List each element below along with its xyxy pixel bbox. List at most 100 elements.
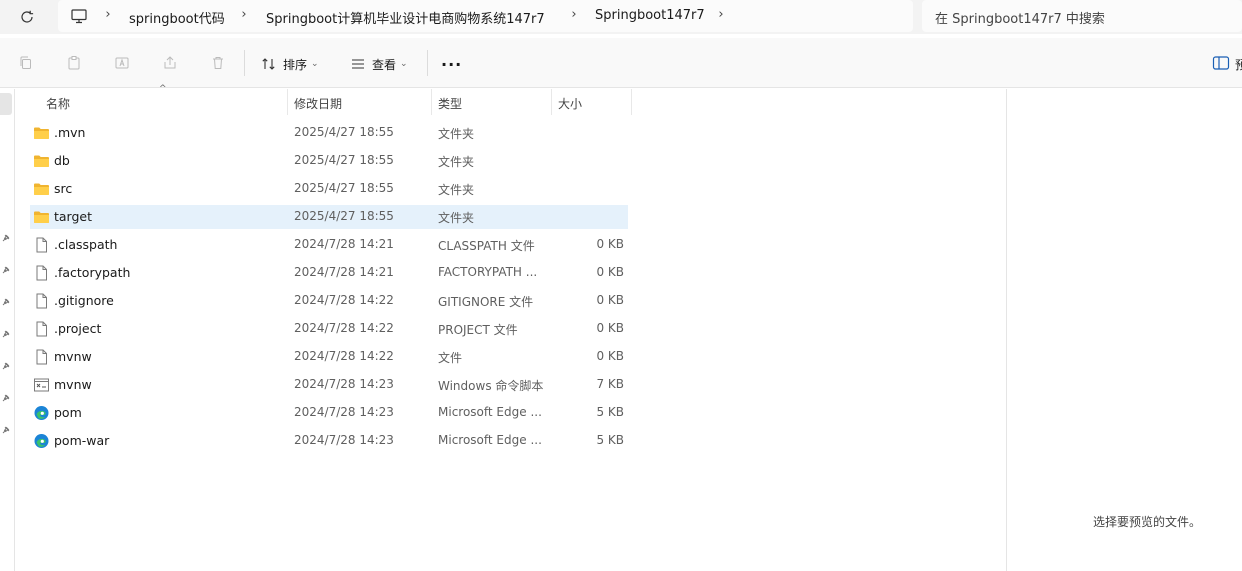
preview-pane: 选择要预览的文件。	[1006, 89, 1242, 571]
sort-label: 排序	[283, 57, 308, 72]
file-date: 2024/7/28 14:21	[294, 237, 394, 251]
file-date: 2025/4/27 18:55	[294, 153, 394, 167]
chevron-down-icon: ⌄	[311, 59, 319, 69]
file-name: target	[54, 209, 93, 224]
column-divider[interactable]	[551, 89, 552, 115]
pin-icon[interactable]	[1, 425, 11, 435]
chevron-right-icon[interactable]: ›	[102, 7, 114, 22]
file-date: 2024/7/28 14:23	[294, 433, 394, 447]
file-date: 2024/7/28 14:22	[294, 293, 394, 307]
computer-icon[interactable]	[70, 7, 88, 25]
folder-icon	[33, 125, 50, 141]
file-size: 0 KB	[596, 349, 624, 363]
file-size: 5 KB	[596, 405, 624, 419]
refresh-icon[interactable]	[15, 5, 39, 29]
sort-icon	[262, 58, 275, 70]
file-type: 文件夹	[438, 127, 475, 141]
search-input[interactable]: 在 Springboot147r7 中搜索	[922, 0, 1242, 32]
file-type: PROJECT 文件	[438, 323, 518, 337]
file-type: FACTORYPATH ...	[438, 265, 538, 279]
nav-scrollbar[interactable]	[0, 93, 12, 115]
file-name: db	[54, 153, 70, 168]
file-name: mvnw	[54, 349, 92, 364]
file-size: 0 KB	[596, 265, 624, 279]
column-header-size[interactable]: 大小	[558, 89, 630, 115]
file-size: 5 KB	[596, 433, 624, 447]
column-header-name[interactable]: 名称	[46, 89, 286, 115]
file-size: 0 KB	[596, 293, 624, 307]
pin-icon[interactable]	[1, 297, 11, 307]
share-icon[interactable]	[161, 54, 179, 72]
file-name: .factorypath	[54, 265, 131, 280]
file-name: .classpath	[54, 237, 118, 252]
chevron-right-icon[interactable]: ›	[568, 7, 580, 22]
address-bar: › springboot代码 › Springboot计算机毕业设计电商购物系统…	[0, 0, 1242, 34]
file-icon	[33, 349, 50, 365]
file-date: 2025/4/27 18:55	[294, 125, 394, 139]
more-options-button[interactable]: ···	[441, 55, 462, 74]
file-row[interactable]: pom-war 2024/7/28 14:23 Microsoft Edge ...…	[30, 429, 628, 453]
file-icon	[33, 237, 50, 253]
file-type: 文件夹	[438, 183, 475, 197]
command-bar: 排序 ⌄ 查看 ⌄ ··· 预	[0, 38, 1242, 88]
file-row[interactable]: src 2025/4/27 18:55 文件夹	[30, 177, 628, 201]
paste-icon[interactable]	[65, 54, 83, 72]
file-row[interactable]: .project 2024/7/28 14:22 PROJECT 文件 0 KB	[30, 317, 628, 341]
details-pane-label[interactable]: 预	[1235, 56, 1242, 73]
file-type: 文件	[438, 351, 463, 365]
path-box[interactable]: › springboot代码 › Springboot计算机毕业设计电商购物系统…	[58, 0, 913, 32]
column-divider[interactable]	[431, 89, 432, 115]
file-name: pom	[54, 405, 82, 420]
pin-icon[interactable]	[1, 393, 11, 403]
edge-icon	[33, 433, 50, 449]
file-row[interactable]: .mvn 2025/4/27 18:55 文件夹	[30, 121, 628, 145]
file-size: 0 KB	[596, 321, 624, 335]
file-row[interactable]: db 2025/4/27 18:55 文件夹	[30, 149, 628, 173]
view-button[interactable]: 查看 ⌄	[350, 53, 408, 75]
column-header-type[interactable]: 类型	[438, 89, 550, 115]
file-size: 0 KB	[596, 237, 624, 251]
view-label: 查看	[372, 57, 397, 72]
file-name: .mvn	[54, 125, 86, 140]
chevron-right-icon[interactable]: ›	[715, 7, 727, 22]
delete-icon[interactable]	[209, 54, 227, 72]
breadcrumb-item[interactable]: springboot代码	[129, 8, 225, 27]
file-row[interactable]: mvnw 2024/7/28 14:22 文件 0 KB	[30, 345, 628, 369]
file-row[interactable]: pom 2024/7/28 14:23 Microsoft Edge ... 5 KB	[30, 401, 628, 425]
chevron-down-icon: ⌄	[400, 59, 408, 69]
search-placeholder: 在 Springboot147r7 中搜索	[935, 12, 1105, 27]
chevron-right-icon[interactable]: ›	[238, 7, 250, 22]
copy-icon[interactable]	[17, 54, 35, 72]
file-size: 7 KB	[596, 377, 624, 391]
file-type: 文件夹	[438, 155, 475, 169]
column-divider[interactable]	[631, 89, 632, 115]
pin-icon[interactable]	[1, 265, 11, 275]
file-row[interactable]: .factorypath 2024/7/28 14:21 FACTORYPATH .…	[30, 261, 628, 285]
pin-icon[interactable]	[1, 329, 11, 339]
rename-icon[interactable]	[113, 54, 131, 72]
file-row[interactable]: target 2025/4/27 18:55 文件夹	[30, 205, 628, 229]
toolbar-divider	[427, 50, 428, 76]
sort-button[interactable]: 排序 ⌄	[261, 53, 319, 75]
file-date: 2025/4/27 18:55	[294, 181, 394, 195]
pin-icon[interactable]	[1, 361, 11, 371]
file-date: 2024/7/28 14:22	[294, 349, 394, 363]
details-pane-icon[interactable]	[1212, 54, 1230, 72]
pin-icon[interactable]	[1, 233, 11, 243]
file-row[interactable]: .classpath 2024/7/28 14:21 CLASSPATH 文件 0 K…	[30, 233, 628, 257]
file-row[interactable]: .gitignore 2024/7/28 14:22 GITIGNORE 文件 0 K…	[30, 289, 628, 313]
breadcrumb-item[interactable]: Springboot计算机毕业设计电商购物系统147r7	[266, 8, 545, 27]
file-icon	[33, 321, 50, 337]
breadcrumb-item[interactable]: Springboot147r7	[595, 8, 705, 23]
file-icon	[33, 265, 50, 281]
folder-icon	[33, 153, 50, 169]
file-row[interactable]: mvnw 2024/7/28 14:23 Windows 命令脚本 7 KB	[30, 373, 628, 397]
file-name: src	[54, 181, 73, 196]
column-header-date[interactable]: 修改日期	[294, 89, 430, 115]
file-icon	[33, 293, 50, 309]
file-type: Windows 命令脚本	[438, 379, 544, 393]
file-type: CLASSPATH 文件	[438, 239, 535, 253]
column-divider[interactable]	[287, 89, 288, 115]
file-name: mvnw	[54, 377, 92, 392]
file-type: Microsoft Edge ...	[438, 433, 542, 447]
